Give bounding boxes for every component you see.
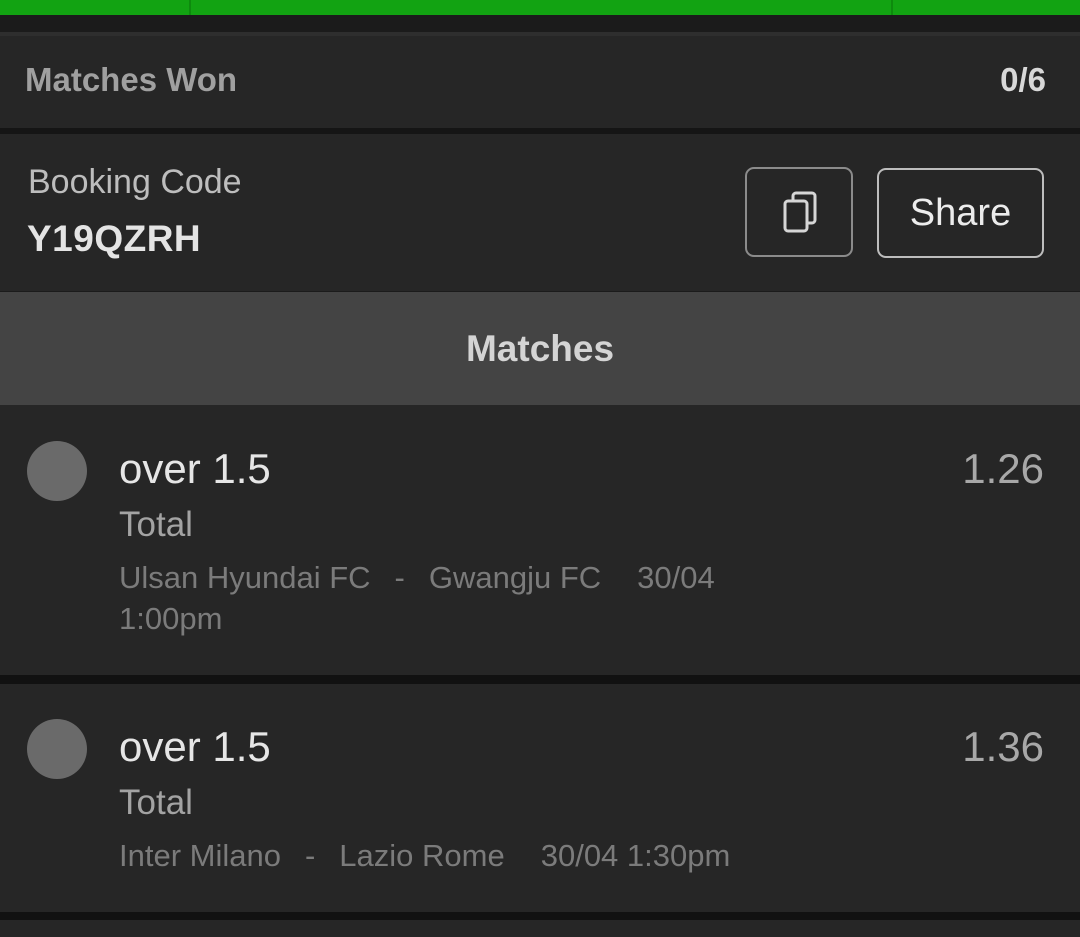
copy-icon <box>783 191 817 233</box>
matches-section-header: Matches <box>0 292 1080 405</box>
match-market: over 1.5 <box>119 445 271 492</box>
match-odds: 1.36 <box>962 723 1044 770</box>
divider <box>0 912 1080 920</box>
bet-details-screen: Matches Won 0/6 Booking Code Y19QZRH Sha… <box>0 0 1080 937</box>
top-bar-divider <box>891 0 893 15</box>
status-dot-icon <box>27 719 87 779</box>
team-separator: - <box>394 560 405 595</box>
match-time: 1:30pm <box>626 838 731 873</box>
matches-won-value: 0/6 <box>1000 61 1046 98</box>
top-bar-divider <box>189 0 191 15</box>
match-odds: 1.26 <box>962 445 1044 492</box>
match-market-type: Total <box>119 783 193 822</box>
match-card[interactable]: over 1.5 1.36 Total Inter Milano - Lazio R… <box>0 684 1080 912</box>
match-fixture: Inter Milano - Lazio Rome 30/04 1:30pm <box>119 835 819 876</box>
booking-code-label: Booking Code <box>28 163 242 201</box>
booking-code-value: Y19QZRH <box>27 218 202 259</box>
share-button[interactable]: Share <box>877 168 1044 258</box>
match-market: over 1.5 <box>119 723 271 770</box>
match-time: 1:00pm <box>119 601 223 636</box>
home-team: Ulsan Hyundai FC <box>119 560 371 595</box>
match-card[interactable]: over 1.5 1.26 Total Ulsan Hyundai FC - Gwa… <box>0 405 1080 675</box>
away-team: Gwangju FC <box>428 560 602 595</box>
next-match-card-edge <box>0 920 1080 937</box>
match-date: 30/04 <box>637 560 715 595</box>
team-separator: - <box>304 838 316 873</box>
match-market-type: Total <box>119 505 193 544</box>
top-status-bar <box>0 0 1080 15</box>
divider <box>0 675 1080 684</box>
booking-code-section: Booking Code Y19QZRH Share <box>0 134 1080 291</box>
match-fixture: Ulsan Hyundai FC - Gwangju FC 30/04 1:00pm <box>119 557 819 639</box>
matches-won-label: Matches Won <box>25 61 238 98</box>
home-team: Inter Milano <box>119 838 281 873</box>
status-dot-icon <box>27 441 87 501</box>
copy-button[interactable] <box>745 167 853 257</box>
matches-header-title: Matches <box>465 327 615 369</box>
matches-won-row: Matches Won 0/6 <box>0 36 1080 128</box>
away-team: Lazio Rome <box>339 838 505 873</box>
match-date: 30/04 <box>540 838 619 873</box>
